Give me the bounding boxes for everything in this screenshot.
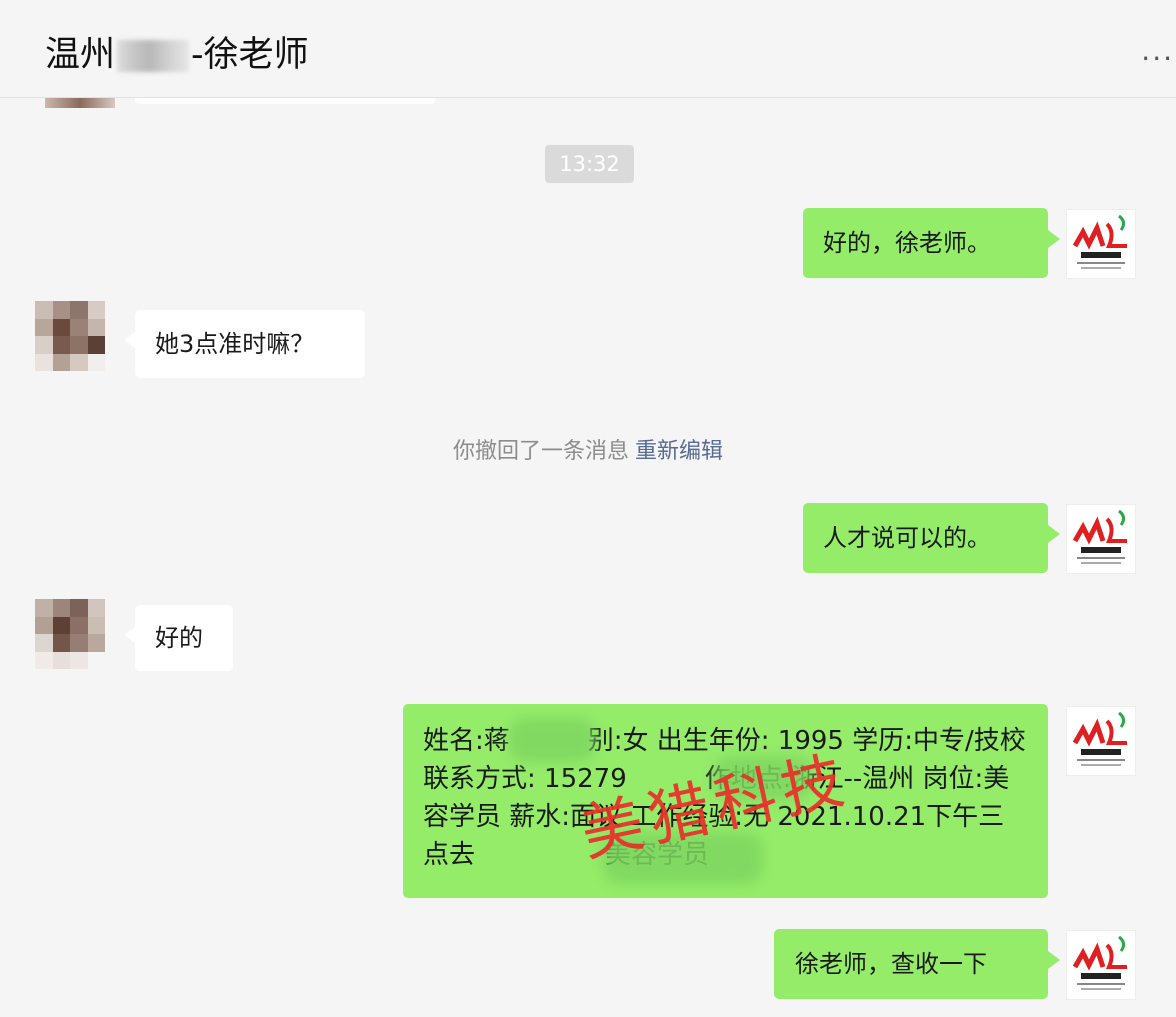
redacted-area	[117, 40, 190, 72]
self-avatar-icon[interactable]	[1066, 930, 1136, 1000]
timestamp: 13:32	[545, 145, 634, 183]
re-edit-link[interactable]: 重新编辑	[635, 439, 723, 464]
self-avatar-icon[interactable]	[1066, 504, 1136, 574]
recall-notice: 你撤回了一条消息 重新编辑	[0, 433, 1176, 465]
recall-text: 你撤回了一条消息	[452, 439, 629, 464]
message-bubble-incoming[interactable]: 好的	[124, 605, 233, 671]
message-bubble-incoming[interactable]: 她3点准时嘛？	[124, 310, 365, 378]
redacted-area	[508, 718, 596, 762]
contact-avatar[interactable]	[35, 599, 105, 669]
message-text: 她3点准时嘛？	[155, 330, 315, 358]
chat-title: 温州 -徐老师	[45, 26, 309, 77]
message-bubble-outgoing[interactable]: 好的，徐老师。	[803, 208, 1060, 278]
message-bubble-outgoing[interactable]: 人才说可以的。	[803, 503, 1060, 573]
message-text: 好的，徐老师。	[823, 229, 991, 257]
self-avatar-icon[interactable]	[1066, 209, 1136, 279]
message-text: 人才说可以的。	[823, 524, 991, 552]
message-text: 徐老师，查收一下	[795, 950, 987, 978]
more-icon[interactable]: ...	[1141, 34, 1174, 67]
message-bubble-outgoing[interactable]: 徐老师，查收一下	[774, 929, 1060, 999]
chat-header: 温州 -徐老师 ...	[0, 0, 1176, 98]
chat-title-prefix: 温州	[45, 35, 116, 75]
contact-avatar[interactable]	[35, 301, 105, 371]
message-text: 好的	[155, 624, 203, 652]
self-avatar-icon[interactable]	[1066, 706, 1136, 776]
chat-title-suffix: -徐老师	[191, 35, 309, 75]
